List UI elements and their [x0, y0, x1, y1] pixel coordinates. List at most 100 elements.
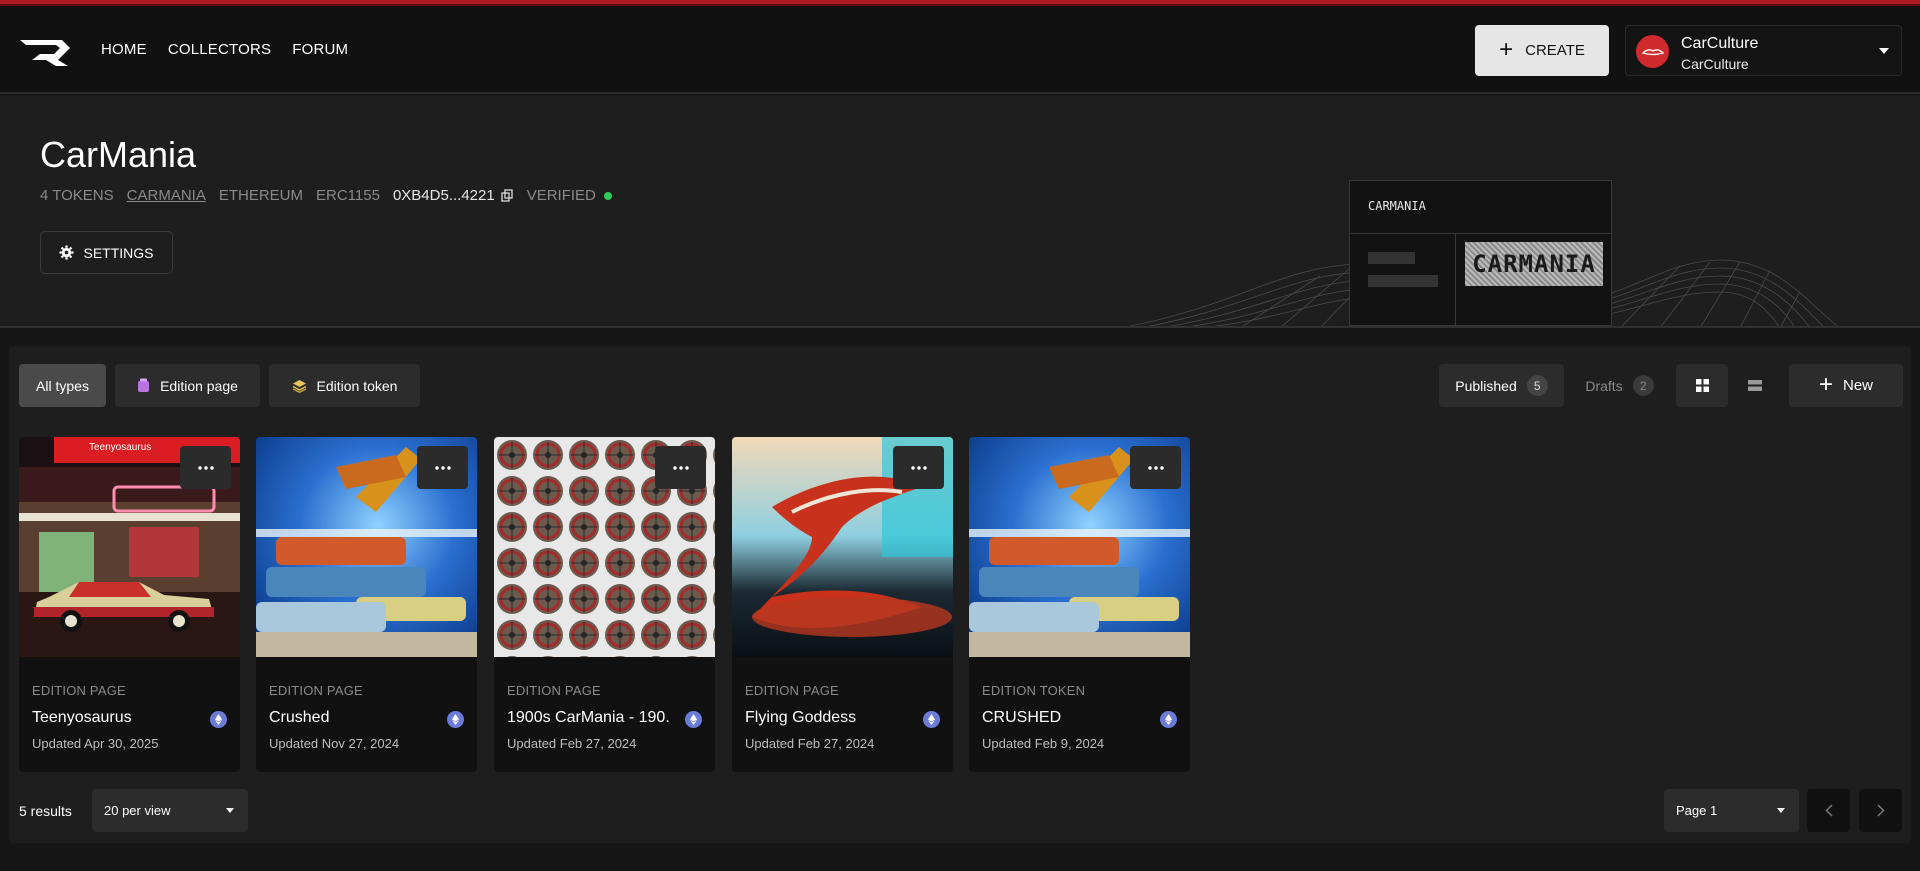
card-title: Crushed [269, 709, 330, 726]
token-count: 4 TOKENS [40, 187, 114, 204]
next-page-button[interactable] [1859, 789, 1902, 832]
ellipsis-icon [197, 465, 214, 470]
chevron-down-icon [1777, 808, 1785, 813]
ellipsis-icon [672, 465, 689, 470]
token-card[interactable]: EDITION PAGE Crushed Updated Nov 27, 202… [256, 437, 477, 772]
filter-page-label: Edition page [160, 377, 238, 394]
list-view-button[interactable] [1729, 364, 1781, 407]
ethereum-icon [447, 711, 464, 728]
token-card[interactable]: Teenyosaurus EDITION PAGE Teenyosaurus U… [19, 437, 240, 772]
chevron-right-icon [1876, 804, 1885, 817]
collection-preview-card: CARMANIA CARMANIA [1349, 180, 1612, 326]
card-updated: Updated Feb 27, 2024 [745, 736, 875, 751]
copy-icon[interactable] [501, 189, 514, 202]
card-updated: Updated Feb 27, 2024 [507, 736, 637, 751]
main-nav: HOME COLLECTORS FORUM [101, 41, 348, 58]
card-updated: Updated Nov 27, 2024 [269, 736, 400, 751]
ellipsis-icon [434, 465, 451, 470]
per-view-select[interactable]: 20 per view [92, 789, 248, 832]
app-header: HOME COLLECTORS FORUM + CREATE CarCultur… [0, 6, 1920, 94]
card-title: Teenyosaurus [32, 709, 132, 726]
create-button[interactable]: + CREATE [1475, 25, 1609, 76]
grid-icon [1695, 379, 1709, 392]
card-banner-label: Teenyosaurus [89, 442, 152, 453]
drafts-count: 2 [1632, 375, 1654, 396]
avatar [1636, 35, 1669, 68]
chevron-down-icon [226, 808, 234, 813]
card-updated: Updated Feb 9, 2024 [982, 736, 1105, 751]
more-options-button[interactable] [655, 446, 706, 489]
token-card[interactable]: EDITION PAGE Flying Goddess Updated Feb … [732, 437, 953, 772]
card-type: EDITION PAGE [32, 683, 126, 698]
car-logo-icon [1641, 48, 1664, 55]
page-value: Page 1 [1676, 803, 1718, 818]
filter-token-label: Edition token [316, 377, 398, 394]
verified-label: VERIFIED [526, 187, 596, 204]
more-options-button[interactable] [180, 446, 231, 489]
ellipsis-icon [1147, 465, 1164, 470]
results-count: 5 results [19, 803, 72, 819]
account-name: CarCulture [1681, 35, 1759, 52]
card-updated: Updated Apr 30, 2025 [32, 736, 159, 751]
standard-label: ERC1155 [316, 187, 380, 204]
filter-edition-page[interactable]: Edition page [115, 364, 260, 407]
published-count: 5 [1526, 375, 1548, 396]
nav-forum[interactable]: FORUM [292, 41, 348, 58]
settings-label: SETTINGS [83, 244, 154, 261]
chevron-left-icon [1824, 804, 1833, 817]
contract-address[interactable]: 0XB4D5...4221 [393, 187, 514, 204]
token-card[interactable]: EDITION PAGE 1900s CarMania - 190... Upd… [494, 437, 715, 772]
create-label: CREATE [1525, 42, 1585, 59]
filter-edition-token[interactable]: Edition token [269, 364, 420, 407]
card-type: EDITION TOKEN [982, 683, 1086, 698]
ellipsis-icon [910, 465, 927, 470]
settings-button[interactable]: SETTINGS [40, 231, 173, 274]
card-type: EDITION PAGE [745, 683, 839, 698]
chevron-down-icon [1879, 48, 1889, 54]
divider [1455, 233, 1456, 326]
card-type: EDITION PAGE [507, 683, 601, 698]
layers-icon [292, 379, 306, 393]
tab-drafts[interactable]: Drafts 2 [1572, 364, 1667, 407]
nav-collectors[interactable]: COLLECTORS [168, 41, 271, 58]
per-view-value: 20 per view [104, 803, 171, 818]
published-label: Published [1455, 377, 1517, 394]
collection-symbol-link[interactable]: CARMANIA [127, 187, 206, 204]
account-handle: CarCulture [1681, 56, 1749, 72]
more-options-button[interactable] [893, 446, 944, 489]
address-text: 0XB4D5...4221 [392, 187, 495, 204]
account-switcher[interactable]: CarCulture CarCulture [1625, 25, 1902, 76]
chain-label: ETHEREUM [218, 187, 304, 204]
verified-dot-icon [603, 191, 612, 200]
more-options-button[interactable] [1130, 446, 1181, 489]
filter-all-label: All types [36, 377, 89, 394]
collection-meta: 4 TOKENS CARMANIA ETHEREUM ERC1155 0XB4D… [40, 187, 612, 204]
collection-logo-text: CARMANIA [1472, 250, 1596, 278]
filter-all-types[interactable]: All types [19, 364, 106, 407]
nav-home[interactable]: HOME [101, 41, 147, 58]
collection-header: CarMania 4 TOKENS CARMANIA ETHEREUM ERC1… [0, 96, 1920, 328]
tab-published[interactable]: Published 5 [1439, 364, 1564, 407]
drafts-label: Drafts [1585, 377, 1623, 394]
page-select[interactable]: Page 1 [1664, 789, 1799, 832]
more-options-button[interactable] [417, 446, 468, 489]
card-title: Flying Goddess [745, 709, 857, 726]
plus-icon: + [1818, 370, 1833, 398]
tokens-panel: All types Edition page Edition token Pub… [9, 346, 1911, 843]
ethereum-icon [923, 711, 940, 728]
brand-logo-icon[interactable] [18, 36, 72, 68]
grid-view-button[interactable] [1676, 364, 1728, 407]
collection-title: CarMania [40, 134, 197, 175]
skeleton-line [1368, 275, 1438, 287]
ethereum-icon [1160, 711, 1177, 728]
ethereum-icon [685, 711, 702, 728]
card-type: EDITION PAGE [269, 683, 363, 698]
prev-page-button[interactable] [1807, 789, 1850, 832]
new-label: New [1843, 377, 1874, 394]
list-icon [1748, 380, 1762, 391]
ethereum-icon [210, 711, 227, 728]
card-title: 1900s CarMania - 190... [507, 709, 669, 726]
new-button[interactable]: + New [1789, 364, 1903, 407]
token-card[interactable]: EDITION TOKEN CRUSHED Updated Feb 9, 202… [969, 437, 1190, 772]
gear-icon [59, 245, 75, 260]
